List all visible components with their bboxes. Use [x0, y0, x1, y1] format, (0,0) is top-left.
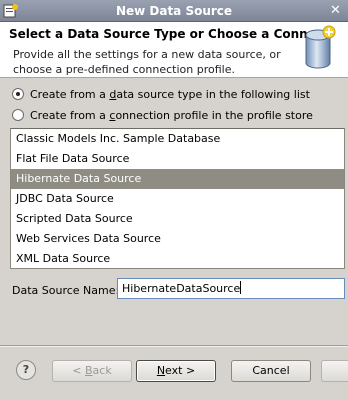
close-icon[interactable]: ✕ [328, 3, 343, 18]
data-source-type-list[interactable]: Classic Models Inc. Sample Database Flat… [10, 128, 345, 269]
radio-button-selected[interactable] [12, 88, 24, 100]
list-item-selected[interactable]: Hibernate Data Source [11, 169, 344, 189]
list-item[interactable]: JDBC Data Source [11, 189, 344, 209]
back-button[interactable]: < Back [52, 360, 132, 382]
list-item[interactable]: Classic Models Inc. Sample Database [11, 129, 344, 149]
page-title: Select a Data Source Type or Choose a Co… [9, 27, 323, 41]
data-source-name-input[interactable]: HibernateDataSource [117, 278, 345, 299]
cancel-button[interactable]: Cancel [231, 360, 311, 382]
list-item[interactable]: Scripted Data Source [11, 209, 344, 229]
list-item[interactable]: Flat File Data Source [11, 149, 344, 169]
radio-label: Create from a connection profile in the … [30, 108, 313, 122]
title-bar: New Data Source ✕ [0, 0, 348, 22]
data-source-name-label: Data Source Name: [12, 284, 120, 297]
radio-label: Create from a data source type in the fo… [30, 87, 310, 101]
page-description: Provide all the settings for a new data … [13, 48, 281, 76]
wizard-body: Create from a data source type in the fo… [0, 79, 348, 341]
radio-create-from-type[interactable]: Create from a data source type in the fo… [12, 86, 310, 102]
divider [0, 345, 348, 347]
list-item[interactable]: Web Services Data Source [11, 229, 344, 249]
radio-button[interactable] [12, 109, 24, 121]
help-icon[interactable]: ? [16, 360, 36, 380]
database-wizard-icon [305, 25, 336, 69]
finish-button[interactable] [321, 360, 348, 382]
list-item[interactable]: XML Data Source [11, 249, 344, 269]
wizard-header: Select a Data Source Type or Choose a Co… [0, 22, 348, 78]
next-button[interactable]: Next > [136, 360, 216, 382]
window-title: New Data Source [115, 4, 233, 18]
radio-create-from-profile[interactable]: Create from a connection profile in the … [12, 107, 313, 123]
